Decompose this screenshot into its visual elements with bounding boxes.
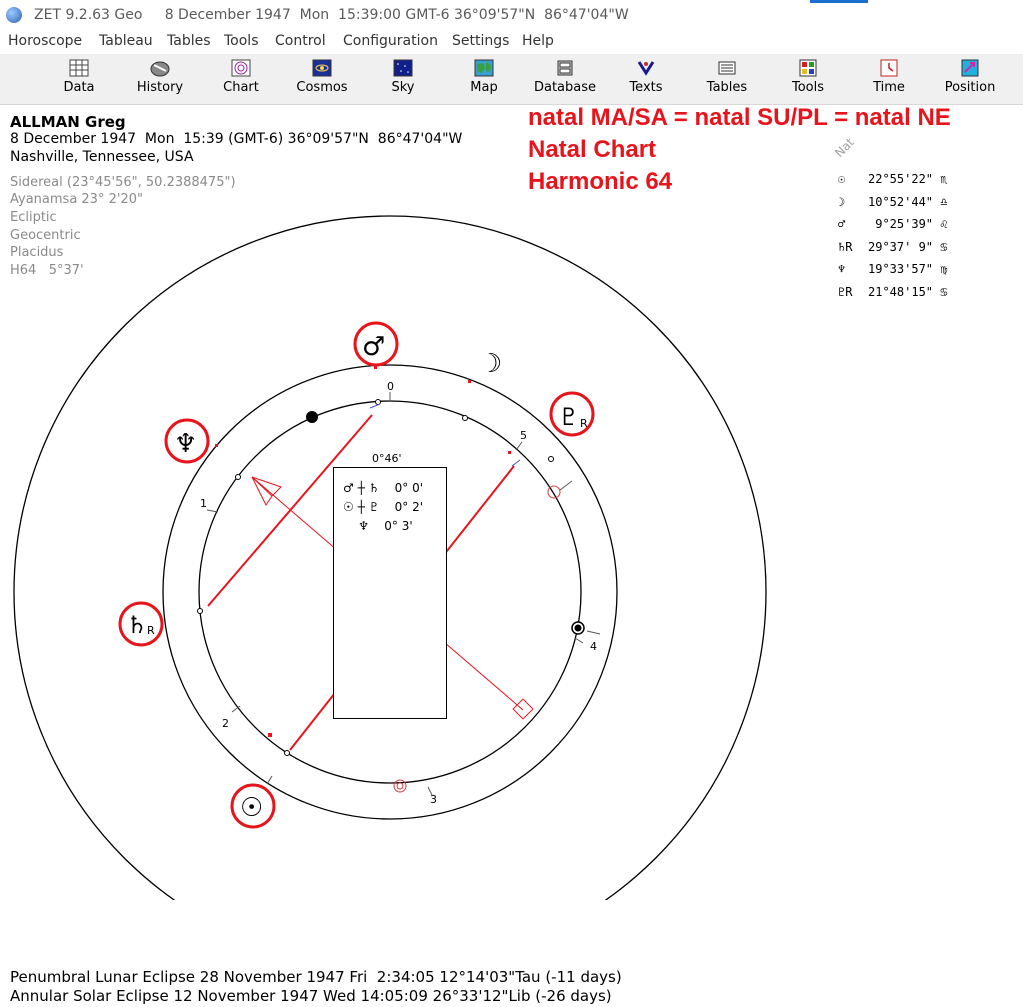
moon-icon: ☽	[479, 349, 502, 379]
solar-eclipse-info: Annular Solar Eclipse 12 November 1947 W…	[10, 987, 612, 1005]
mars-icon: ♂	[362, 332, 385, 362]
toolbar-map-button[interactable]: Map	[449, 56, 519, 102]
toolbar-cosmos-button[interactable]: Cosmos	[287, 56, 357, 102]
chart-wheel-icon	[231, 59, 251, 77]
house-number: 3	[430, 793, 437, 806]
map-icon	[474, 59, 494, 77]
cosmos-icon	[312, 59, 332, 77]
window-control-strip	[810, 0, 868, 3]
data-grid-icon	[69, 59, 89, 77]
lunar-eclipse-info: Penumbral Lunar Eclipse 28 November 1947…	[10, 968, 622, 986]
aspect-pair: ♂ ┼ ♄	[343, 481, 380, 495]
retrograde-marker: R	[147, 624, 155, 637]
toolbar-sky-button[interactable]: Sky	[368, 56, 438, 102]
chart-datetime: 8 December 1947 Mon 15:39 (GMT-6) 36°09'…	[10, 131, 463, 147]
menu-control[interactable]: Control	[275, 33, 326, 49]
toolbar-history-button[interactable]: History	[125, 56, 195, 102]
scorpio-sign-icon: ♏	[940, 172, 948, 186]
toolbar-tools-button[interactable]: Tools	[773, 56, 843, 102]
aspect-row: ☉ ┼ ♇ 0° 2'	[343, 500, 423, 514]
chart-place: Nashville, Tennessee, USA	[10, 149, 194, 165]
time-icon	[880, 59, 898, 77]
aspect-orb: 0° 3'	[384, 519, 413, 533]
menu-bar: Horoscope Tableau Tables Tools Control C…	[0, 30, 1023, 52]
aspect-pair: ♆	[343, 519, 370, 533]
menu-tableau[interactable]: Tableau	[99, 33, 153, 49]
title-bar: ZET 9.2.63 Geo 8 December 1947 Mon 15:39…	[0, 0, 1023, 30]
menu-tools[interactable]: Tools	[224, 33, 259, 49]
position-icon	[961, 59, 979, 77]
database-icon	[557, 60, 573, 76]
menu-settings[interactable]: Settings	[452, 33, 509, 49]
aspect-orb: 0° 0'	[394, 481, 424, 495]
planet-row-sun: ☉ 22°55'22" ♏	[838, 172, 948, 195]
app-icon	[6, 7, 22, 23]
house-number: 4	[590, 640, 597, 653]
house-number: 2	[222, 717, 229, 730]
aspect-row: ♂ ┼ ♄ 0° 0'	[343, 481, 423, 495]
aspect-orb-header: 0°46'	[372, 452, 402, 465]
natal-list-label: Nat	[832, 135, 857, 160]
aspect-row: ♆ 0° 3'	[343, 519, 413, 533]
toolbar-database-button[interactable]: Database	[530, 56, 600, 102]
planet-position: 22°55'22"	[868, 172, 934, 186]
annotation-chart-type: Natal Chart	[528, 136, 657, 163]
toolbar-time-button[interactable]: Time	[854, 56, 924, 102]
toolbar-data-button[interactable]: Data	[44, 56, 114, 102]
sun-symbol-icon: ☉	[838, 172, 846, 186]
chart-wheel: 0 1 2 3 4 5 ♂ ☽ ♇ R ♆ ♄ R ☉	[13, 215, 767, 900]
history-icon	[150, 61, 170, 77]
neptune-icon: ♆	[174, 429, 197, 459]
sky-icon	[393, 59, 413, 77]
toolbar-tables-button[interactable]: Tables	[692, 56, 762, 102]
aspect-pair: ☉ ┼ ♇	[343, 500, 380, 514]
tables-icon	[718, 61, 736, 75]
window-title: ZET 9.2.63 Geo 8 December 1947 Mon 15:39…	[34, 7, 629, 23]
aspect-point-marker	[547, 485, 561, 499]
texts-icon	[637, 61, 655, 76]
person-name: ALLMAN Greg	[10, 113, 126, 131]
full-moon-marker	[306, 411, 318, 423]
retrograde-marker: R	[580, 417, 588, 430]
house-number: 5	[520, 429, 527, 442]
toolbar-position-button[interactable]: Position	[935, 56, 1005, 102]
aspect-orb: 0° 2'	[394, 500, 424, 514]
annotation-harmonic: Harmonic 64	[528, 168, 673, 195]
zodiac-setting: Sidereal (23°45'56", 50.2388475")	[10, 175, 236, 190]
aspect-point-marker	[393, 779, 407, 793]
sun-icon: ☉	[240, 793, 263, 823]
saturn-icon: ♄	[126, 611, 148, 639]
toolbar: Data History Chart Cosmos Sky Map Databa…	[0, 54, 1023, 105]
tools-icon	[799, 59, 817, 77]
annotation-midpoint-title: natal MA/SA = natal SU/PL = natal NE	[528, 104, 951, 131]
menu-configuration[interactable]: Configuration	[343, 33, 438, 49]
toolbar-chart-button[interactable]: Chart	[206, 56, 276, 102]
house-number: 1	[200, 497, 207, 510]
pluto-icon: ♇	[558, 403, 580, 431]
menu-horoscope[interactable]: Horoscope	[8, 33, 82, 49]
menu-help[interactable]: Help	[522, 33, 554, 49]
toolbar-texts-button[interactable]: Texts	[611, 56, 681, 102]
house-number: 0	[387, 380, 394, 393]
menu-tables[interactable]: Tables	[167, 33, 211, 49]
